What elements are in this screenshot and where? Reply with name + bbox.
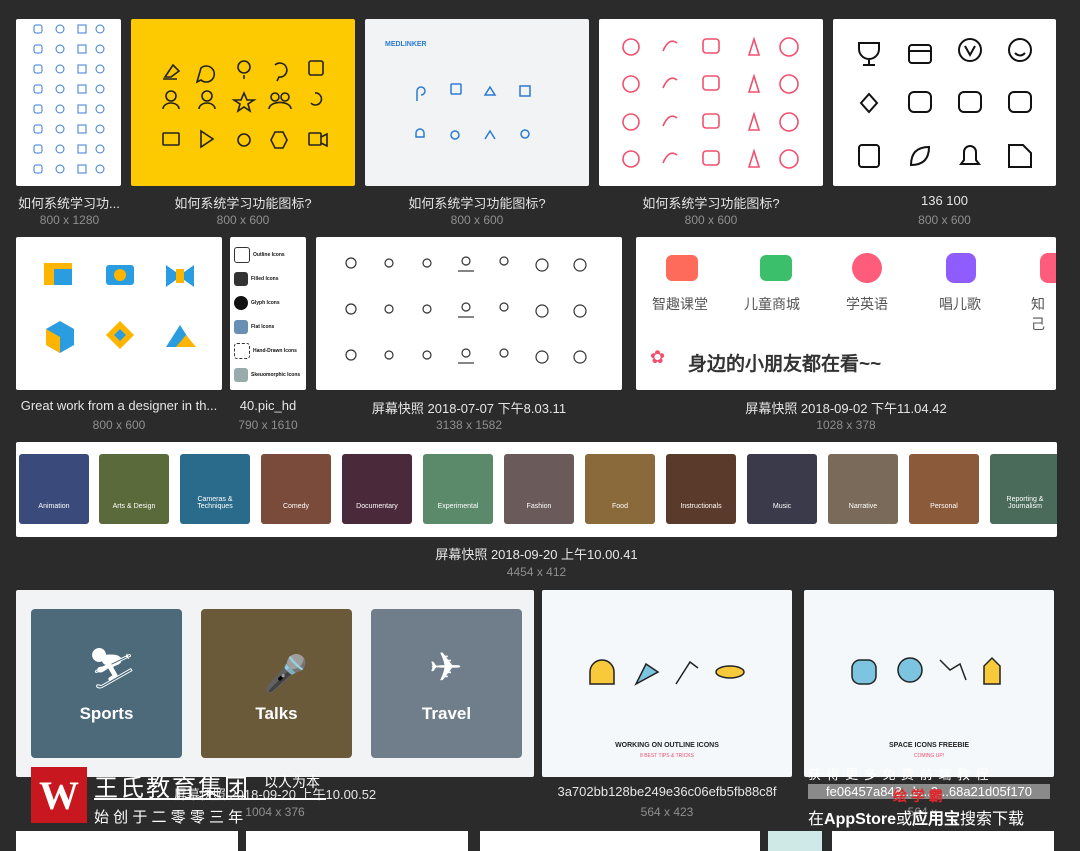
gallery-size: 4454 x 412 xyxy=(506,565,567,579)
app-icon xyxy=(666,255,698,281)
snowboard-icon: ⛷ xyxy=(87,647,138,691)
card-title: SPACE ICONS FREEBIE xyxy=(889,742,969,749)
thumbnail-category-strip[interactable]: Animation Arts & Design Cameras & Techni… xyxy=(16,442,1057,537)
tile-sports: ⛷ Sports xyxy=(31,609,182,758)
card-title: WORKING ON OUTLINE ICONS xyxy=(615,742,719,749)
category-tile: Narrative xyxy=(828,454,898,524)
thumbnail-yellow-icons[interactable] xyxy=(131,19,355,186)
gallery-caption: 40.pic_hd xyxy=(239,398,297,413)
gallery-caption: 如何系统学习功能图标? xyxy=(174,196,312,211)
gallery-caption: 屏幕快照 2018-07-07 下午8.03.11 xyxy=(371,401,567,416)
pink-icons-graphic xyxy=(622,36,799,169)
gallery-caption: 屏幕快照 2018-09-20 上午10.00.41 xyxy=(435,547,638,562)
gallery-size: 1028 x 378 xyxy=(816,418,876,432)
black-icons-graphic xyxy=(858,38,1032,168)
gallery-caption: 3a702bb128be249e36c06efb5fb88c8f xyxy=(557,784,777,799)
brand-logo: W xyxy=(31,767,87,823)
app-name: 儿童商城 xyxy=(744,296,800,312)
thumbnail-medlinker[interactable]: MEDLINKER xyxy=(365,19,589,186)
tile-travel: ✈ Travel xyxy=(371,609,522,758)
category-tile: Documentary xyxy=(342,454,412,524)
icon-sheet-graphic xyxy=(33,24,105,174)
gallery-caption: Great work from a designer in th... xyxy=(20,398,218,413)
watermark-divider xyxy=(94,798,326,800)
icon-styles-list: Outline Icons Filled Icons Glyph Icons F… xyxy=(234,243,304,387)
gallery-size: 800 x 600 xyxy=(450,213,504,227)
watermark-right-line1: 获 得 更 多 免 费 前 端 教 程 xyxy=(808,767,990,782)
gallery-item-partial[interactable] xyxy=(480,831,760,851)
category-tile: Arts & Design xyxy=(99,454,169,524)
thumbnail-kids-app[interactable]: 智趣课堂 儿童商城 学英语 唱儿歌 知己 ✿ 身边的小朋友都在看~~ xyxy=(636,237,1056,390)
brand-label: MEDLINKER xyxy=(385,41,427,48)
thumbnail-pink-icons[interactable] xyxy=(599,19,823,186)
category-tile: Animation xyxy=(19,454,89,524)
watermark-founded: 始 创 于 二 零 零 三 年 xyxy=(94,809,244,826)
gallery-item-partial[interactable] xyxy=(16,831,238,851)
watermark-red-text: 绘 学 霸 xyxy=(893,788,943,804)
thumbnail-colorful-icons[interactable] xyxy=(16,237,222,390)
gallery-size: 800 x 600 xyxy=(684,213,738,227)
app-name: 学英语 xyxy=(846,296,888,312)
gallery-caption: 屏幕快照 2018-09-02 下午11.04.42 xyxy=(745,401,947,416)
category-tile: Personal xyxy=(909,454,979,524)
gallery-size: 3138 x 1582 xyxy=(435,418,503,432)
app-icon xyxy=(852,253,882,283)
watermark-right-line2: 在AppStore或应用宝搜索下载 xyxy=(808,811,1025,828)
app-name: 唱儿歌 xyxy=(939,296,981,312)
thumbnail-line-icons[interactable] xyxy=(316,237,622,390)
yellow-icons-graphic xyxy=(162,60,328,149)
card-subtitle: COMING UP! xyxy=(913,753,945,759)
colorful-icons-graphic xyxy=(44,263,196,353)
flower-icon: ✿ xyxy=(650,347,666,367)
thumbnail-space-icons[interactable]: SPACE ICONS FREEBIE COMING UP! xyxy=(804,590,1054,777)
card-subtitle: 8 BEST TIPS & TRICKS xyxy=(640,753,694,759)
app-name: 智趣课堂 xyxy=(652,296,708,312)
gallery-size: 800 x 600 xyxy=(216,213,270,227)
line-icons-graphic xyxy=(345,256,587,364)
banner-text: 身边的小朋友都在看~~ xyxy=(688,354,882,375)
tile-talks: 🎤 Talks xyxy=(201,609,352,758)
gallery-size: 564 x 423 xyxy=(640,805,694,819)
gallery-caption: 136 100 xyxy=(921,193,968,208)
gallery-size: 800 x 1280 xyxy=(39,213,100,227)
app-icon xyxy=(946,253,976,283)
gallery-caption: 如何系统学习功能图标? xyxy=(642,196,780,211)
watermark-slogan: 以人为本 xyxy=(264,774,320,790)
category-tile: Instructionals xyxy=(666,454,736,524)
microphone-icon: 🎤 xyxy=(263,653,308,694)
app-name: 知己 xyxy=(1031,296,1045,332)
gallery-item-partial[interactable] xyxy=(246,831,468,851)
gallery-caption: 如何系统学习功... xyxy=(18,196,120,211)
logo-letter: W xyxy=(39,772,79,818)
app-icon xyxy=(760,255,792,281)
category-tile: Music xyxy=(747,454,817,524)
thumbnail-black-icons[interactable] xyxy=(833,19,1056,186)
category-tile: Reporting & Journalism xyxy=(990,454,1057,524)
gallery-size: 800 x 600 xyxy=(92,418,146,432)
thumbnail-icon-styles[interactable]: Outline Icons Filled Icons Glyph Icons F… xyxy=(230,237,306,390)
category-tile: Food xyxy=(585,454,655,524)
app-icon xyxy=(1040,253,1056,283)
thumbnail-icon-sheet[interactable] xyxy=(16,19,121,186)
category-tile: Comedy xyxy=(261,454,331,524)
gallery-size: 790 x 1610 xyxy=(238,418,298,432)
category-tile: Cameras & Techniques xyxy=(180,454,250,524)
gallery-item-partial[interactable] xyxy=(832,831,1054,851)
airplane-icon: ✈ xyxy=(429,646,463,690)
gallery-caption: 如何系统学习功能图标? xyxy=(408,196,546,211)
category-tile: Experimental xyxy=(423,454,493,524)
category-tile: Fashion xyxy=(504,454,574,524)
gallery-size: 800 x 600 xyxy=(918,213,971,227)
thumbnail-outline-icons[interactable]: WORKING ON OUTLINE ICONS 8 BEST TIPS & T… xyxy=(542,590,792,777)
thumbnail-video-tiles[interactable]: ⛷ Sports 🎤 Talks ✈ Travel xyxy=(16,590,534,777)
gallery-item-partial[interactable] xyxy=(768,831,822,851)
